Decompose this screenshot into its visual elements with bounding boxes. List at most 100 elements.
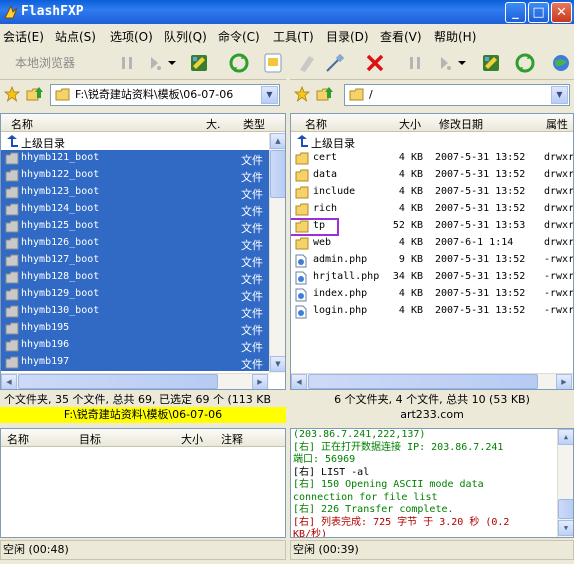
skip-icon[interactable] [142,50,168,76]
queue-col-target[interactable]: 目标 [79,431,101,447]
file-name: web [313,237,332,248]
queue-col-name[interactable]: 名称 [7,431,29,447]
right-path-dropdown-icon[interactable]: ▼ [551,86,568,104]
file-date: 2007-6-1 1:14 [435,237,514,248]
left-file-row[interactable]: hhymb122_boot 文件 [1,167,269,184]
col-size[interactable]: 大. [206,116,221,132]
favorites-star-icon-right[interactable] [292,83,312,105]
scroll-left-arrow-icon[interactable]: ◀ [291,374,307,389]
chevron-down-icon-right[interactable] [456,50,468,76]
left-horizontal-scrollbar[interactable]: ◀ ▶ [1,373,269,389]
left-file-row[interactable]: hhymb127_boot 文件 [1,252,269,269]
col-name[interactable]: 名称 [11,116,33,132]
queue-col-size[interactable]: 大小 [181,431,203,447]
right-path-bar: / ▼ [290,82,574,110]
left-file-row[interactable]: hhymb126_boot 文件 [1,235,269,252]
right-file-row[interactable]: index.php 4 KB 2007-5-31 13:52 -rwxr [291,286,573,303]
close-button[interactable]: ✕ [551,2,572,23]
up-folder-icon[interactable] [24,83,46,105]
folder-icon [5,186,19,199]
right-file-row[interactable]: cert 4 KB 2007-5-31 13:52 drwxr [291,150,573,167]
right-file-row[interactable]: rich 4 KB 2007-5-31 13:52 drwxr [291,201,573,218]
right-path-combo[interactable]: / ▼ [344,84,570,106]
col-size-right[interactable]: 大小 [399,116,421,132]
skip-icon-right[interactable] [432,50,458,76]
col-name-right[interactable]: 名称 [305,116,327,132]
up-folder-icon-right[interactable] [314,83,336,105]
left-file-row[interactable]: hhymb196 文件 [1,337,269,354]
menu-commands[interactable]: 命令(C) [218,28,260,45]
left-file-row[interactable]: hhymb128_boot 文件 [1,269,269,286]
right-file-row[interactable]: login.php 4 KB 2007-5-31 13:52 -rwxr [291,303,573,320]
left-file-row[interactable]: hhymb125_boot 文件 [1,218,269,235]
log-vertical-scrollbar[interactable]: ▲ ▼ [557,429,573,537]
favorites-star-icon[interactable] [2,83,22,105]
file-date: 2007-5-31 13:52 [435,152,526,163]
queue-list[interactable]: 名称 目标 大小 注释 [0,428,286,538]
scroll-right-arrow-icon[interactable]: ▶ [252,374,268,389]
right-file-row[interactable]: data 4 KB 2007-5-31 13:52 drwxr [291,167,573,184]
col-attr[interactable]: 属性 [546,116,568,132]
right-file-row[interactable]: web 4 KB 2007-6-1 1:14 drwxr [291,235,573,252]
parent-dir-row-right[interactable]: 上级目录 [291,133,573,150]
col-modified[interactable]: 修改日期 [439,116,483,132]
menu-directory[interactable]: 目录(D) [326,28,369,45]
menu-options[interactable]: 选项(O) [110,28,153,45]
refresh-icon[interactable] [226,50,252,76]
highlight-box [291,218,339,236]
connect-icon[interactable] [262,50,284,76]
left-path-combo[interactable]: F:\锐奇建站资料\模板\06-07-06 ▼ [50,84,280,106]
right-file-row[interactable]: admin.php 9 KB 2007-5-31 13:52 -rwxr [291,252,573,269]
pause-icon[interactable] [114,50,140,76]
left-file-row[interactable]: hhymb124_boot 文件 [1,201,269,218]
globe-icon[interactable] [550,50,572,76]
left-file-row[interactable]: hhymb197 文件 [1,354,269,371]
minimize-button[interactable]: _ [505,2,526,23]
scroll-down-arrow-icon[interactable]: ▼ [558,520,573,536]
scroll-up-arrow-icon[interactable]: ▲ [558,429,573,445]
scroll-up-arrow-icon[interactable]: ▲ [270,133,285,149]
chevron-down-icon[interactable] [166,50,178,76]
transfer-icon-right[interactable] [478,50,504,76]
menu-queue[interactable]: 队列(Q) [164,28,207,45]
col-type[interactable]: 类型 [243,116,265,132]
left-file-row[interactable]: hhymb129_boot 文件 [1,286,269,303]
file-type: 文件 [241,154,263,167]
scroll-thumb[interactable] [270,150,285,198]
scroll-down-arrow-icon[interactable]: ▼ [270,356,285,372]
right-file-row[interactable]: include 4 KB 2007-5-31 13:52 drwxr [291,184,573,201]
menu-view[interactable]: 查看(V) [380,28,422,45]
scroll-left-arrow-icon[interactable]: ◀ [1,374,17,389]
queue-col-note[interactable]: 注释 [221,431,243,447]
pause-icon-right[interactable] [402,50,428,76]
transfer-icon[interactable] [186,50,212,76]
right-horizontal-scrollbar[interactable]: ◀ ▶ [291,373,573,389]
hscroll-thumb[interactable] [18,374,218,389]
abort-icon[interactable] [362,50,388,76]
scroll-thumb[interactable] [558,499,573,519]
log-panel[interactable]: (203.86.7.241,222,137) [右] 正在打开数据连接 IP: 2… [290,428,574,538]
menu-tools[interactable]: 工具(T) [273,28,314,45]
hscroll-thumb[interactable] [308,374,538,389]
connect-lightning-icon[interactable] [294,50,320,76]
disconnect-plug-icon[interactable] [322,50,348,76]
left-vertical-scrollbar[interactable]: ▲ ▼ [269,133,285,373]
right-file-row[interactable]: hrjtall.php 34 KB 2007-5-31 13:52 -rwxr [291,269,573,286]
menu-session[interactable]: 会话(E) [3,28,44,45]
parent-dir-row[interactable]: 上级目录 [1,133,285,150]
left-file-row[interactable]: hhymb195 文件 [1,320,269,337]
left-file-row[interactable]: hhymb121_boot 文件 [1,150,269,167]
menu-sites[interactable]: 站点(S) [55,28,96,45]
left-file-row[interactable]: hhymb130_boot 文件 [1,303,269,320]
refresh-icon-right[interactable] [512,50,538,76]
file-attr: drwxr [544,152,574,163]
right-file-list[interactable]: 名称 大小 修改日期 属性 上级目录 cert 4 KB 2007-5-31 13:… [290,113,574,390]
left-path-dropdown-icon[interactable]: ▼ [261,86,278,104]
local-browser-button[interactable]: 本地浏览器 [8,52,82,74]
maximize-button[interactable]: □ [528,2,549,23]
menu-help[interactable]: 帮助(H) [434,28,476,45]
scroll-right-arrow-icon[interactable]: ▶ [556,374,572,389]
file-name: hhymb130_boot [21,305,100,316]
left-file-row[interactable]: hhymb123_boot 文件 [1,184,269,201]
left-file-list[interactable]: 名称 大. 类型 上级目录 hhymb121_boot 文件 hhymb122_bo… [0,113,286,390]
